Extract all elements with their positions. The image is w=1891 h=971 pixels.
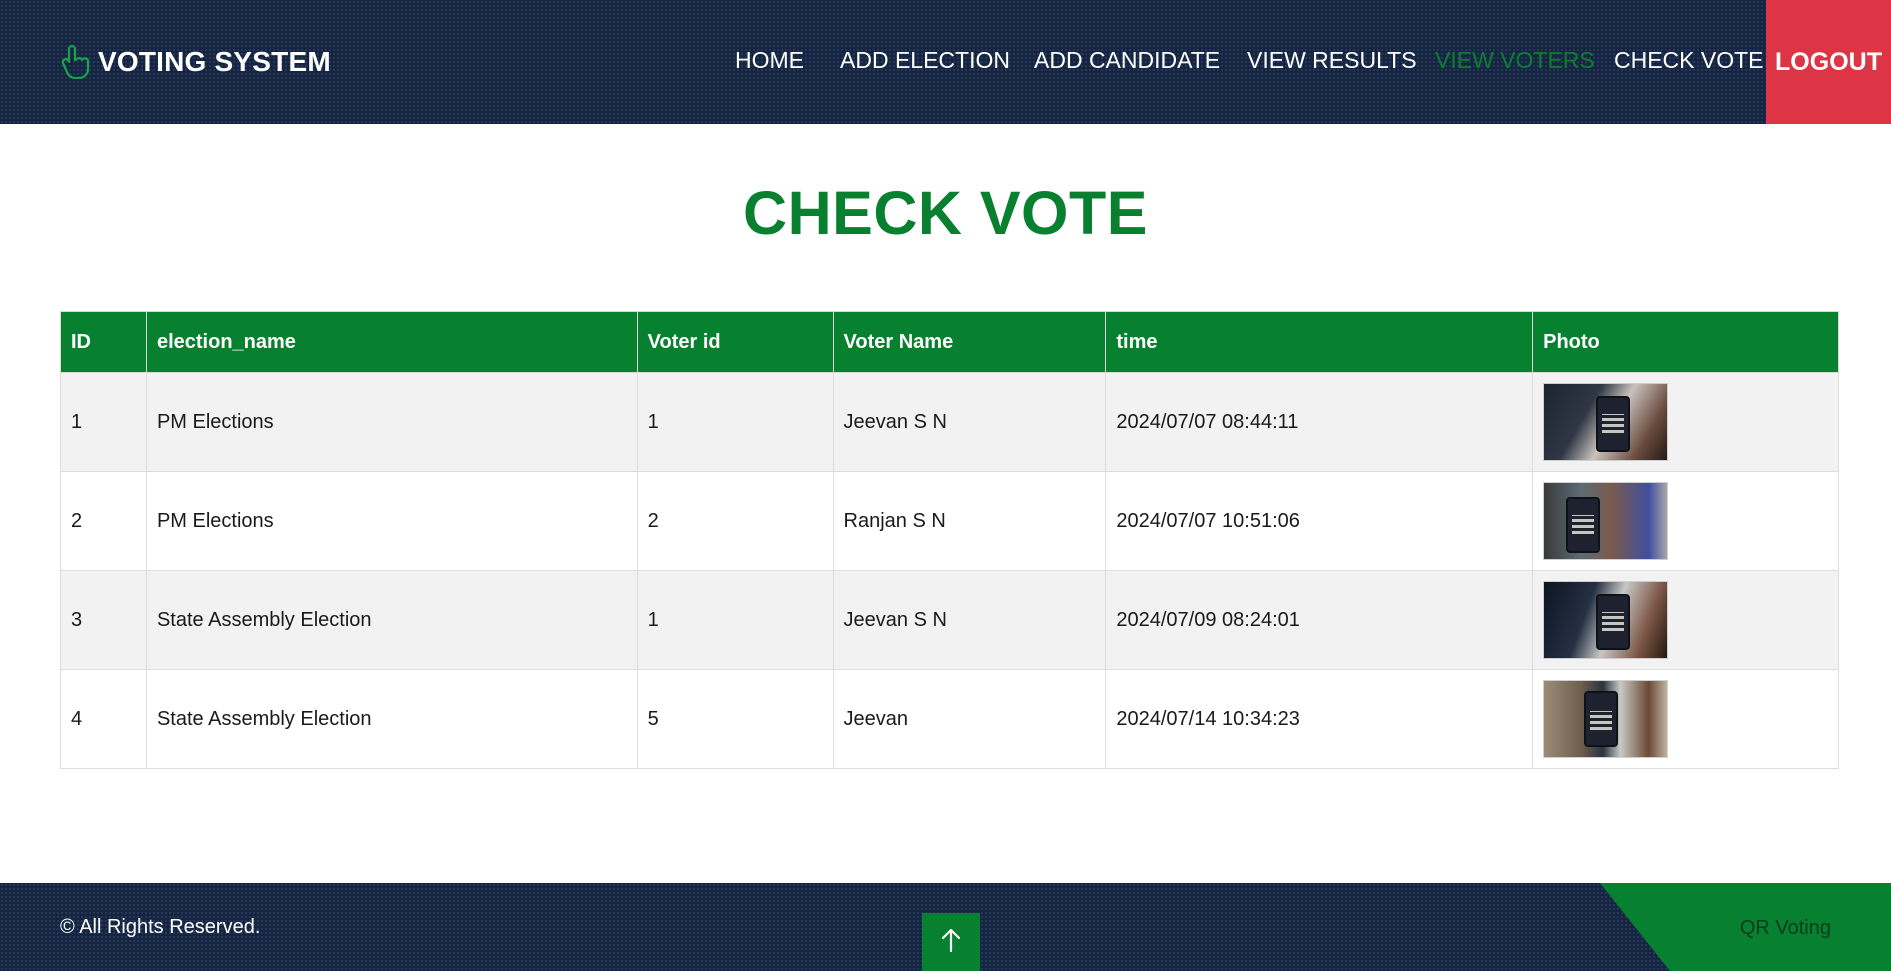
cell-voter-id: 5 (636, 669, 834, 769)
nav-add-election[interactable]: ADD ELECTION (840, 47, 1010, 74)
column-header-time: time (1105, 311, 1534, 373)
cell-id: 2 (60, 471, 147, 571)
qr-code-shape (1572, 515, 1595, 537)
nav-check-vote[interactable]: CHECK VOTE (1614, 47, 1764, 74)
column-header-voter-name: Voter Name (832, 311, 1107, 373)
nav-add-candidate[interactable]: ADD CANDIDATE (1034, 47, 1220, 74)
cell-voter-name: Ranjan S N (832, 471, 1107, 571)
voter-photo[interactable] (1543, 680, 1669, 758)
cell-id: 1 (60, 372, 147, 472)
nav-view-results[interactable]: VIEW RESULTS (1247, 47, 1417, 74)
cell-id: 3 (60, 570, 147, 670)
cell-photo (1532, 471, 1839, 571)
cell-id: 4 (60, 669, 147, 769)
cell-election-name: PM Elections (145, 471, 638, 571)
cell-election-name: State Assembly Election (145, 669, 638, 769)
cell-photo (1532, 372, 1839, 472)
cell-time: 2024/07/07 08:44:11 (1105, 372, 1534, 472)
cell-time: 2024/07/14 10:34:23 (1105, 669, 1534, 769)
column-header-photo: Photo (1532, 311, 1839, 373)
footer-brand: QR Voting (1739, 917, 1831, 939)
qr-code-shape (1590, 711, 1613, 733)
cell-photo (1532, 669, 1839, 769)
scroll-to-top-button[interactable] (922, 913, 980, 971)
column-header-voter-id: Voter id (636, 311, 834, 373)
voter-photo[interactable] (1543, 581, 1669, 659)
footer: © All Rights Reserved. QR Voting (0, 883, 1891, 971)
table-row: 3 State Assembly Election 1 Jeevan S N 2… (60, 570, 1839, 670)
top-navbar: VOTING SYSTEM HOME ADD ELECTION ADD CAND… (0, 0, 1891, 124)
nav-home[interactable]: HOME (735, 47, 804, 74)
logout-button[interactable]: LOGOUT (1766, 0, 1891, 124)
cell-voter-id: 1 (636, 372, 834, 472)
table-row: 1 PM Elections 1 Jeevan S N 2024/07/07 0… (60, 372, 1839, 472)
cell-voter-id: 2 (636, 471, 834, 571)
cell-voter-name: Jeevan (832, 669, 1107, 769)
qr-code-shape (1602, 612, 1625, 634)
table-row: 4 State Assembly Election 5 Jeevan 2024/… (60, 669, 1839, 769)
copyright-text: © All Rights Reserved. (60, 916, 261, 938)
cell-voter-name: Jeevan S N (832, 372, 1107, 472)
column-header-id: ID (60, 311, 147, 373)
page-title: CHECK VOTE (743, 179, 1148, 247)
cell-photo (1532, 570, 1839, 670)
cell-time: 2024/07/07 10:51:06 (1105, 471, 1534, 571)
table-row: 2 PM Elections 2 Ranjan S N 2024/07/07 1… (60, 471, 1839, 571)
cell-voter-id: 1 (636, 570, 834, 670)
arrow-up-icon (940, 927, 962, 958)
voter-photo[interactable] (1543, 482, 1669, 560)
qr-code-shape (1602, 414, 1625, 436)
voter-photo[interactable] (1543, 383, 1669, 461)
nav-view-voters[interactable]: VIEW VOTERS (1435, 47, 1595, 74)
column-header-election-name: election_name (145, 311, 638, 373)
votes-table: ID election_name Voter id Voter Name tim… (60, 311, 1839, 769)
cell-voter-name: Jeevan S N (832, 570, 1107, 670)
cell-election-name: PM Elections (145, 372, 638, 472)
table-header-row: ID election_name Voter id Voter Name tim… (60, 311, 1839, 373)
cell-election-name: State Assembly Election (145, 570, 638, 670)
main-nav: HOME ADD ELECTION ADD CANDIDATE VIEW RES… (0, 0, 1891, 124)
cell-time: 2024/07/09 08:24:01 (1105, 570, 1534, 670)
